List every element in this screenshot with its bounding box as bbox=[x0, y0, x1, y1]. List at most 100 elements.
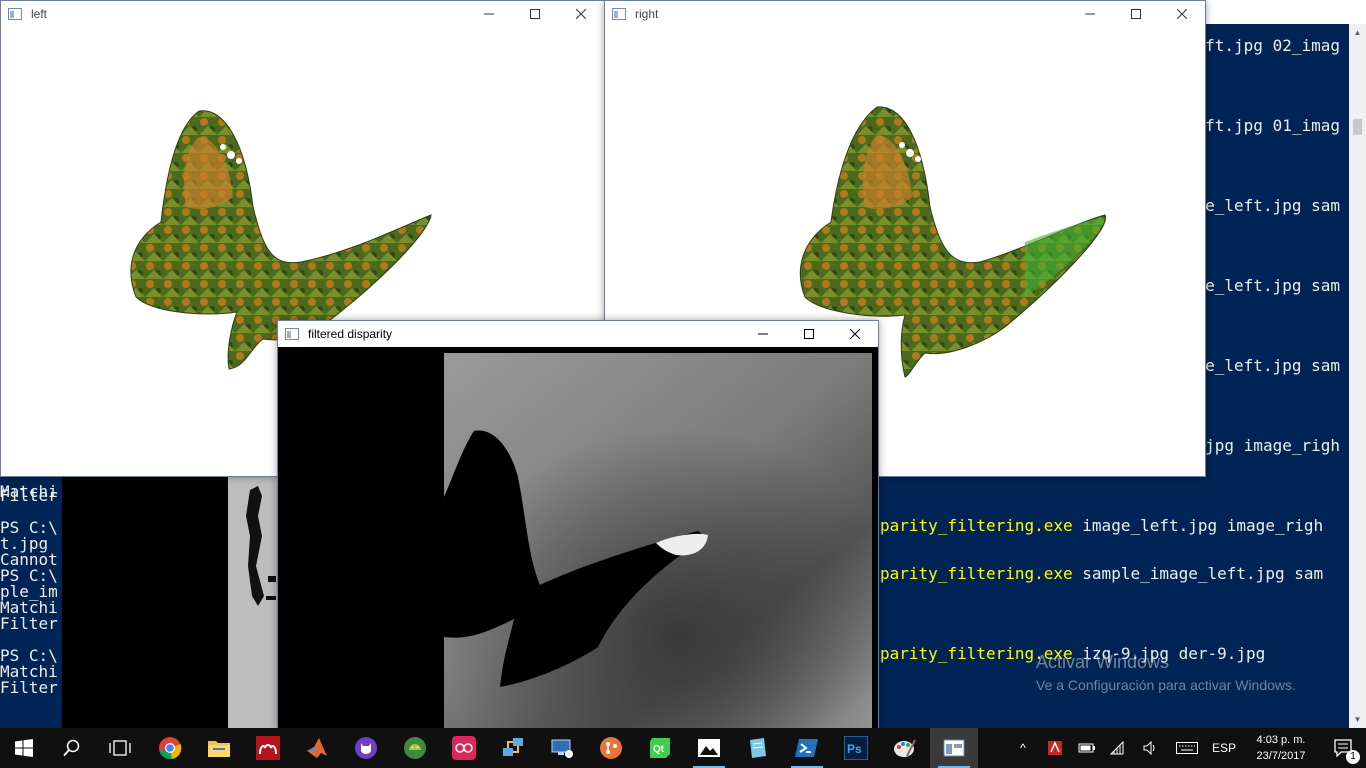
svg-text:Qt: Qt bbox=[653, 744, 665, 755]
taskbar-app-photoshop[interactable]: Ps bbox=[832, 728, 880, 768]
search-button[interactable] bbox=[48, 728, 96, 768]
wifi-tray-icon[interactable] bbox=[1105, 728, 1129, 768]
flickr-icon bbox=[452, 736, 476, 760]
clock-date: 23/7/2017 bbox=[1256, 750, 1306, 762]
taskbar-app-github[interactable] bbox=[342, 728, 390, 768]
minimize-button[interactable] bbox=[740, 321, 786, 347]
window-app-icon bbox=[7, 6, 23, 22]
keyboard-tray-icon[interactable] bbox=[1172, 728, 1202, 768]
network-app-icon bbox=[503, 738, 523, 756]
window-title: left bbox=[31, 7, 48, 21]
search-icon bbox=[63, 739, 80, 757]
github-desktop-icon bbox=[355, 737, 377, 759]
taskbar-app-photos[interactable] bbox=[685, 728, 733, 768]
background-window-strip bbox=[62, 476, 278, 728]
window-title: filtered disparity bbox=[308, 327, 393, 341]
taskbar-app-network[interactable] bbox=[489, 728, 537, 768]
android-studio-icon bbox=[404, 737, 426, 759]
close-button[interactable] bbox=[1159, 1, 1205, 27]
notepad-icon bbox=[750, 738, 766, 758]
opencv-window-icon bbox=[943, 739, 965, 757]
taskbar-app-file-explorer[interactable] bbox=[195, 728, 243, 768]
maximize-button[interactable] bbox=[512, 1, 558, 27]
console-left-text: Matchi Filter PS C:\ t.jpg Cannot PS C:\… bbox=[0, 482, 62, 728]
taskbar-app-powershell[interactable] bbox=[783, 728, 831, 768]
taskbar-app-qt-creator[interactable]: Qt bbox=[636, 728, 684, 768]
taskbar-app-remote-desktop[interactable] bbox=[538, 728, 586, 768]
taskbar-app-flickr[interactable] bbox=[440, 728, 488, 768]
taskbar-app-android-studio[interactable] bbox=[391, 728, 439, 768]
task-view-icon bbox=[109, 740, 131, 756]
console-line: Filter bbox=[0, 486, 58, 505]
photos-icon bbox=[698, 739, 720, 757]
console-command: parity_filtering.exe bbox=[880, 564, 1073, 583]
window-app-icon bbox=[611, 6, 627, 22]
start-button[interactable] bbox=[0, 728, 48, 768]
file-explorer-icon bbox=[208, 741, 230, 757]
maximize-button[interactable] bbox=[1113, 1, 1159, 27]
taskbar-app-opencv-window[interactable] bbox=[930, 728, 978, 768]
svg-text:Ps: Ps bbox=[847, 742, 862, 756]
right-window-titlebar[interactable]: right bbox=[605, 1, 1205, 27]
scroll-up-arrow-icon[interactable]: ▲ bbox=[1349, 24, 1366, 41]
scrollbar-thumb[interactable] bbox=[1353, 119, 1362, 135]
console-scrollbar[interactable]: ▲ ▼ bbox=[1349, 24, 1366, 728]
console-command-line: parity_filtering.exe sample_image_left.j… bbox=[880, 564, 1323, 584]
taskbar-app-notepad[interactable] bbox=[734, 728, 782, 768]
left-window-titlebar[interactable]: left bbox=[1, 1, 604, 27]
watermark-subtitle: Ve a Configuración para activar Windows. bbox=[1036, 677, 1296, 693]
matlab-icon bbox=[307, 738, 327, 758]
task-view-button[interactable] bbox=[96, 728, 144, 768]
activate-windows-watermark: Activar Windows Ve a Configuración para … bbox=[1036, 652, 1296, 693]
filtered-disparity-window[interactable]: filtered disparity bbox=[277, 320, 879, 730]
window-title: right bbox=[635, 7, 659, 21]
window-app-icon bbox=[284, 326, 300, 342]
disparity-map-canvas bbox=[278, 347, 878, 729]
volume-tray-icon[interactable] bbox=[1138, 728, 1162, 768]
clock-time: 4:03 p. m. bbox=[1256, 734, 1306, 746]
background-image-strip bbox=[228, 476, 278, 728]
minimize-button[interactable] bbox=[1067, 1, 1113, 27]
clock[interactable]: 4:03 p. m. 23/7/2017 bbox=[1243, 732, 1319, 766]
disparity-window-titlebar[interactable]: filtered disparity bbox=[278, 321, 878, 347]
action-center-button[interactable]: 1 bbox=[1322, 728, 1366, 768]
taskbar-app-matlab[interactable] bbox=[293, 728, 341, 768]
minimize-button[interactable] bbox=[466, 1, 512, 27]
show-hidden-icons-button[interactable]: ^ bbox=[1011, 728, 1035, 768]
notification-count-badge: 1 bbox=[1346, 750, 1360, 764]
power-tray-icon[interactable] bbox=[1075, 728, 1099, 768]
powershell-icon bbox=[795, 739, 818, 757]
photoshop-icon: Ps bbox=[844, 736, 868, 760]
console-line: e_left.jpg sam bbox=[1205, 276, 1340, 295]
mendeley-icon bbox=[256, 736, 280, 760]
console-command-line: parity_filtering.exe image_left.jpg imag… bbox=[880, 516, 1323, 536]
scroll-down-arrow-icon[interactable]: ▼ bbox=[1349, 711, 1366, 728]
maximize-button[interactable] bbox=[786, 321, 832, 347]
console-line: jpg image_righ bbox=[1205, 436, 1340, 455]
security-tray-icon[interactable] bbox=[1043, 728, 1067, 768]
taskbar: Qt Ps ^ ESP 4:03 p. m. 23/7/2017 1 bbox=[0, 728, 1366, 768]
taskbar-app-mendeley[interactable] bbox=[244, 728, 292, 768]
taskbar-app-paint[interactable] bbox=[881, 728, 929, 768]
language-indicator[interactable]: ESP bbox=[1208, 728, 1240, 768]
watermark-title: Activar Windows bbox=[1036, 652, 1170, 672]
git-icon bbox=[600, 737, 622, 759]
chrome-icon bbox=[159, 737, 182, 760]
disparity-map-image bbox=[444, 353, 872, 729]
console-args: image_left.jpg image_righ bbox=[1072, 516, 1324, 535]
windows-logo-icon bbox=[15, 739, 33, 757]
taskbar-app-git[interactable] bbox=[587, 728, 635, 768]
paint-icon bbox=[894, 739, 916, 757]
taskbar-app-chrome[interactable] bbox=[146, 728, 194, 768]
console-args: sample_image_left.jpg sam bbox=[1072, 564, 1324, 583]
console-line: ft.jpg 01_imag bbox=[1205, 116, 1340, 135]
console-line: e_left.jpg sam bbox=[1205, 196, 1340, 215]
console-command: parity_filtering.exe bbox=[880, 516, 1073, 535]
console-line: Filter bbox=[0, 678, 58, 697]
console-line: e_left.jpg sam bbox=[1205, 356, 1340, 375]
console-line: Filter bbox=[0, 614, 58, 633]
close-button[interactable] bbox=[832, 321, 878, 347]
remote-desktop-icon bbox=[551, 739, 573, 758]
console-line: ft.jpg 02_imag bbox=[1205, 36, 1340, 55]
close-button[interactable] bbox=[558, 1, 604, 27]
